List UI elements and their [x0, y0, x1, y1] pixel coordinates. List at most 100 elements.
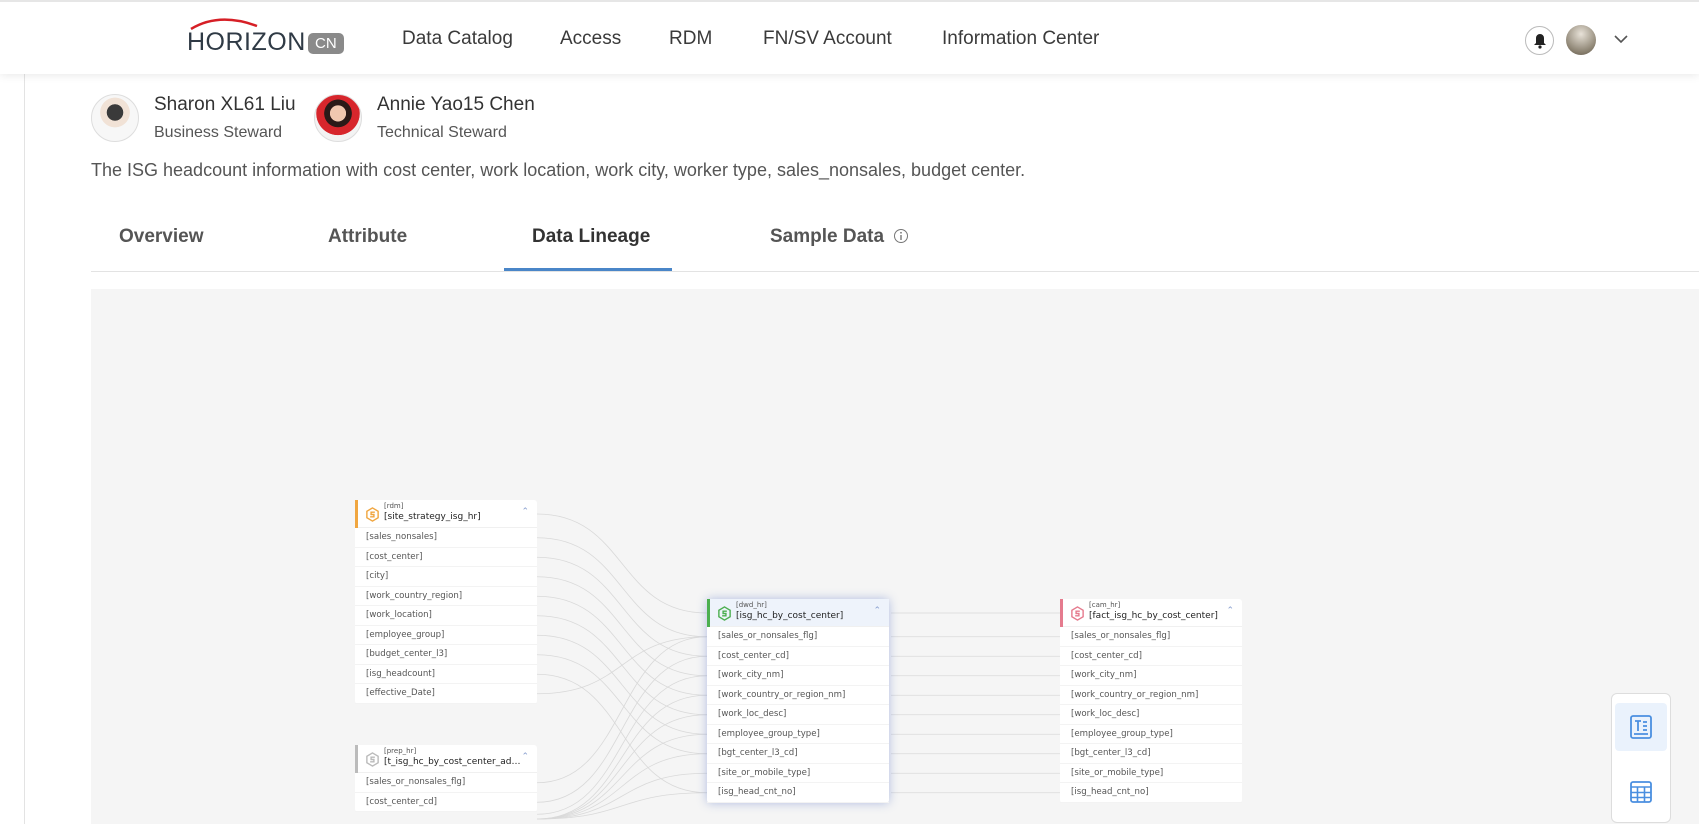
node-fact-isg-hc-by-cost-center[interactable]: [cam_hr] [fact_isg_hc_by_cost_center] ⌃[…: [1060, 599, 1242, 803]
column-row[interactable]: [work_location]: [355, 606, 537, 626]
column-row[interactable]: [isg_headcount]: [355, 665, 537, 684]
column-row[interactable]: [effective_Date]: [355, 684, 537, 704]
sidebar-divider: [24, 74, 25, 824]
column-row[interactable]: [employee_group_type]: [707, 725, 889, 744]
logo-text: HORIZON: [187, 28, 306, 56]
lineage-edge: [536, 772, 708, 820]
column-row[interactable]: [budget_center_l3]: [355, 645, 537, 665]
table-detail-view-button[interactable]: [1615, 703, 1667, 751]
node-schema: [dwd_hr]: [736, 601, 767, 609]
steward-name: Sharon XL61 Liu: [154, 94, 296, 115]
lineage-edge: [536, 714, 708, 820]
table-detail-icon: [1630, 715, 1652, 739]
column-row[interactable]: [work_country_or_region_nm]: [707, 686, 889, 705]
region-badge: CN: [308, 33, 344, 54]
node-t-isg-hc-prep[interactable]: [prep_hr] [t_isg_hc_by_cost_center_adb_s…: [355, 745, 537, 812]
nav-fn-sv-account[interactable]: FN/SV Account: [763, 28, 892, 50]
user-avatar[interactable]: [1566, 25, 1596, 55]
collapse-chevron-icon[interactable]: ⌃: [521, 751, 529, 763]
column-row[interactable]: [cost_center]: [355, 548, 537, 567]
table-hexagon-icon: [1071, 606, 1084, 621]
node-schema: [prep_hr]: [384, 747, 417, 755]
column-row[interactable]: [sales_or_nonsales_flg]: [355, 773, 537, 793]
lineage-edge: [536, 753, 708, 820]
column-row[interactable]: [isg_head_cnt_no]: [707, 783, 889, 803]
lineage-edge: [536, 513, 708, 614]
tabs-divider: [91, 271, 1699, 272]
column-row[interactable]: [sales_or_nonsales_flg]: [707, 627, 889, 647]
lineage-view-toolbar: [1611, 693, 1671, 823]
collapse-chevron-icon[interactable]: ⌃: [1226, 605, 1234, 617]
collapse-chevron-icon[interactable]: ⌃: [873, 605, 881, 617]
grid-table-icon: [1630, 781, 1652, 803]
lineage-edge: [536, 654, 708, 755]
bell-icon[interactable]: [1525, 26, 1554, 55]
node-schema: [rdm]: [384, 502, 404, 510]
node-header[interactable]: [cam_hr] [fact_isg_hc_by_cost_center] ⌃: [1060, 599, 1242, 627]
dataset-description: The ISG headcount information with cost …: [91, 160, 1026, 180]
nav-rdm[interactable]: RDM: [669, 28, 712, 50]
lineage-edges: [536, 513, 1060, 820]
column-row[interactable]: [isg_head_cnt_no]: [1060, 783, 1242, 803]
avatar: [91, 94, 139, 142]
tab-label: Sample Data: [770, 226, 885, 247]
tab-attribute[interactable]: Attribute: [328, 226, 407, 248]
avatar: [314, 94, 362, 142]
column-row[interactable]: [site_or_mobile_type]: [707, 764, 889, 783]
node-color-bar: [707, 599, 710, 627]
info-icon[interactable]: [893, 228, 909, 244]
lineage-edge: [536, 636, 708, 784]
column-row[interactable]: [sales_nonsales]: [355, 528, 537, 548]
node-table-name: [t_isg_hc_by_cost_center_adb_sy...: [384, 757, 522, 767]
column-row[interactable]: [work_loc_desc]: [1060, 705, 1242, 725]
nav-data-catalog[interactable]: Data Catalog: [402, 28, 513, 50]
lineage-edge: [536, 694, 708, 820]
column-row[interactable]: [sales_or_nonsales_flg]: [1060, 627, 1242, 647]
column-row[interactable]: [bgt_center_l3_cd]: [1060, 744, 1242, 764]
node-table-name: [fact_isg_hc_by_cost_center]: [1089, 611, 1218, 621]
table-hexagon-icon: [366, 752, 379, 767]
table-hexagon-icon: [718, 606, 731, 621]
horizon-logo[interactable]: HORIZON CN: [187, 16, 387, 60]
column-row[interactable]: [work_city_nm]: [707, 666, 889, 686]
node-table-name: [isg_hc_by_cost_center]: [736, 611, 844, 621]
lineage-edge: [536, 537, 708, 638]
node-schema: [cam_hr]: [1089, 601, 1121, 609]
column-row[interactable]: [cost_center_cd]: [1060, 647, 1242, 666]
tab-overview[interactable]: Overview: [119, 226, 204, 248]
node-color-bar: [355, 745, 358, 773]
node-header[interactable]: [dwd_hr] [isg_hc_by_cost_center] ⌃: [707, 599, 889, 627]
collapse-chevron-icon[interactable]: ⌃: [521, 506, 529, 518]
tab-data-lineage[interactable]: Data Lineage: [532, 226, 650, 248]
column-row[interactable]: [work_loc_desc]: [707, 705, 889, 725]
column-row[interactable]: [employee_group]: [355, 626, 537, 645]
lineage-canvas[interactable]: [91, 289, 1699, 824]
grid-view-button[interactable]: [1615, 768, 1667, 816]
column-row[interactable]: [bgt_center_l3_cd]: [707, 744, 889, 764]
column-row[interactable]: [work_country_or_region_nm]: [1060, 686, 1242, 705]
nav-access[interactable]: Access: [560, 28, 621, 50]
node-table-name: [site_strategy_isg_hr]: [384, 512, 481, 522]
column-row[interactable]: [city]: [355, 567, 537, 587]
nav-information-center[interactable]: Information Center: [942, 28, 1099, 50]
chevron-down-icon[interactable]: [1610, 28, 1632, 50]
column-row[interactable]: [site_or_mobile_type]: [1060, 764, 1242, 783]
node-color-bar: [1060, 599, 1063, 627]
tab-sample-data[interactable]: Sample Data: [770, 226, 909, 248]
table-hexagon-icon: [366, 507, 379, 522]
node-header[interactable]: [prep_hr] [t_isg_hc_by_cost_center_adb_s…: [355, 745, 537, 773]
node-isg-hc-by-cost-center[interactable]: [dwd_hr] [isg_hc_by_cost_center] ⌃ [sales…: [707, 599, 889, 803]
steward-name: Annie Yao15 Chen: [377, 94, 535, 115]
column-row[interactable]: [cost_center_cd]: [707, 647, 889, 666]
column-row[interactable]: [employee_group_type]: [1060, 725, 1242, 744]
lineage-edge: [536, 634, 708, 735]
column-row[interactable]: [cost_center_cd]: [355, 793, 537, 812]
node-header[interactable]: [rdm] [site_strategy_isg_hr] ⌃: [355, 500, 537, 528]
column-row[interactable]: [work_city_nm]: [1060, 666, 1242, 686]
column-row[interactable]: [work_country_region]: [355, 587, 537, 606]
node-color-bar: [355, 500, 358, 528]
top-nav-bar: HORIZON CN Data Catalog Access RDM FN/SV…: [0, 0, 1699, 74]
node-site-strategy-isg-hr[interactable]: [rdm] [site_strategy_isg_hr] ⌃ [sales_non…: [355, 500, 537, 704]
steward-role: Technical Steward: [377, 124, 507, 141]
steward-role: Business Steward: [154, 124, 283, 141]
